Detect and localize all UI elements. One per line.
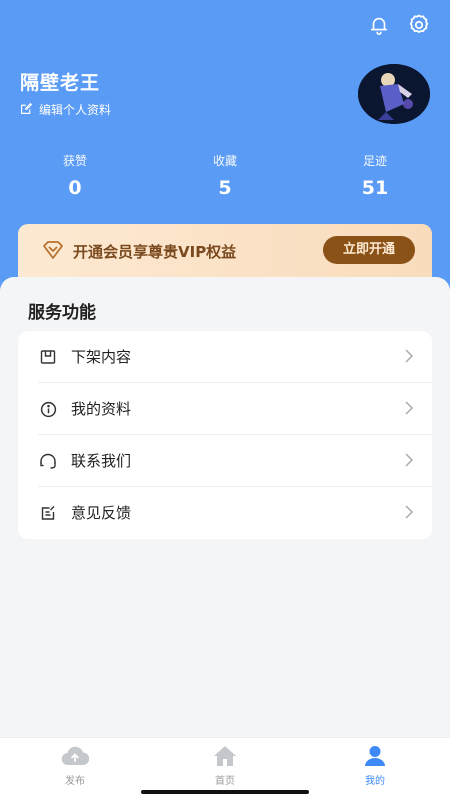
- vip-open-button[interactable]: 立即开通: [323, 236, 415, 264]
- box-icon: [38, 347, 58, 367]
- edit-profile-link[interactable]: 编辑个人资料: [20, 101, 111, 118]
- nav-label: 首页: [215, 776, 235, 787]
- stat-likes[interactable]: 获赞 0: [25, 152, 125, 199]
- service-item-label: 下架内容: [71, 348, 132, 366]
- service-item-my-info[interactable]: 我的资料: [18, 383, 432, 435]
- nav-label: 发布: [65, 776, 85, 787]
- service-item-unlisted[interactable]: 下架内容: [18, 331, 432, 383]
- stat-history[interactable]: 足迹 51: [325, 152, 425, 199]
- service-item-feedback[interactable]: 意见反馈: [18, 487, 432, 539]
- feedback-icon: [38, 503, 58, 523]
- service-item-label: 我的资料: [71, 400, 132, 418]
- chevron-right-icon: [404, 504, 414, 524]
- vip-text: 开通会员享尊贵VIP权益: [73, 243, 237, 261]
- stat-value: 51: [361, 177, 389, 199]
- stat-value: 5: [218, 177, 232, 199]
- stat-label: 足迹: [362, 154, 387, 168]
- stat-value: 0: [68, 177, 82, 199]
- avatar[interactable]: [358, 64, 430, 124]
- profile-header: 隔壁老王 编辑个人资料 获赞 0 收藏 5 足迹 51 开通会员享尊贵VIP权益…: [0, 0, 450, 300]
- services-panel: 服务功能 下架内容 我的资料 联系我们 意见反馈: [0, 277, 450, 737]
- bell-icon[interactable]: [366, 12, 392, 38]
- section-title: 服务功能: [28, 303, 96, 323]
- stat-label: 收藏: [212, 154, 237, 168]
- stat-favorites[interactable]: 收藏 5: [175, 152, 275, 199]
- nav-home[interactable]: 首页: [195, 744, 255, 787]
- top-icons: [366, 12, 432, 38]
- home-icon: [195, 744, 255, 768]
- username: 隔壁老王: [20, 72, 101, 94]
- service-item-contact[interactable]: 联系我们: [18, 435, 432, 487]
- stat-label: 获赞: [62, 154, 87, 168]
- info-icon: [38, 399, 58, 419]
- services-card: 下架内容 我的资料 联系我们 意见反馈: [18, 331, 432, 539]
- cloud-upload-icon: [45, 744, 105, 768]
- user-icon: [345, 744, 405, 768]
- service-item-label: 意见反馈: [71, 504, 132, 522]
- home-indicator: [141, 790, 309, 794]
- chevron-right-icon: [404, 400, 414, 420]
- service-item-label: 联系我们: [71, 452, 132, 470]
- diamond-icon: [42, 240, 64, 264]
- nav-publish[interactable]: 发布: [45, 744, 105, 787]
- headset-icon: [38, 451, 58, 471]
- chevron-right-icon: [404, 348, 414, 368]
- edit-icon: [20, 102, 33, 118]
- edit-profile-label: 编辑个人资料: [39, 103, 112, 117]
- gear-icon[interactable]: [406, 12, 432, 38]
- nav-mine[interactable]: 我的: [345, 744, 405, 787]
- nav-label: 我的: [365, 776, 385, 787]
- chevron-right-icon: [404, 452, 414, 472]
- stats-row: 获赞 0 收藏 5 足迹 51: [0, 152, 450, 212]
